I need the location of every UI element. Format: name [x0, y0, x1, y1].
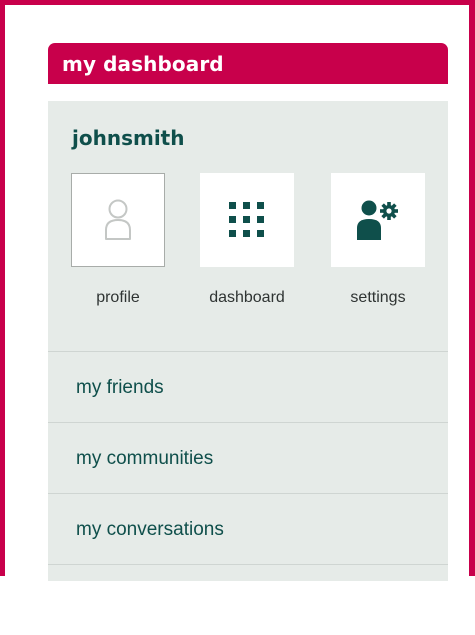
menu-item-my-communities[interactable]: my communities: [48, 422, 448, 493]
dashboard-header: my dashboard: [48, 43, 448, 84]
settings-tile-label[interactable]: settings: [313, 289, 443, 307]
user-gear-icon: [357, 200, 398, 240]
dashboard-menu: my friends my communities my conversatio…: [48, 351, 448, 635]
grid-icon: [229, 202, 264, 237]
dashboard-tile-button[interactable]: [200, 173, 294, 267]
user-outline-icon: [105, 199, 131, 240]
dashboard-tile-label[interactable]: dashboard: [182, 289, 312, 307]
profile-tile-button[interactable]: [71, 173, 165, 267]
settings-tile-button[interactable]: [331, 173, 425, 267]
dashboard-frame: my dashboard johnsmith profile dashboard…: [0, 0, 475, 581]
menu-item-my-conversations[interactable]: my conversations: [48, 493, 448, 564]
dashboard-panel: johnsmith profile dashboard settings my …: [48, 101, 448, 581]
profile-tile-label[interactable]: profile: [53, 289, 183, 307]
username: johnsmith: [72, 126, 185, 150]
header-title: my dashboard: [62, 51, 224, 76]
menu-item-my-friends[interactable]: my friends: [48, 351, 448, 422]
menu-item-partial[interactable]: [48, 564, 448, 635]
